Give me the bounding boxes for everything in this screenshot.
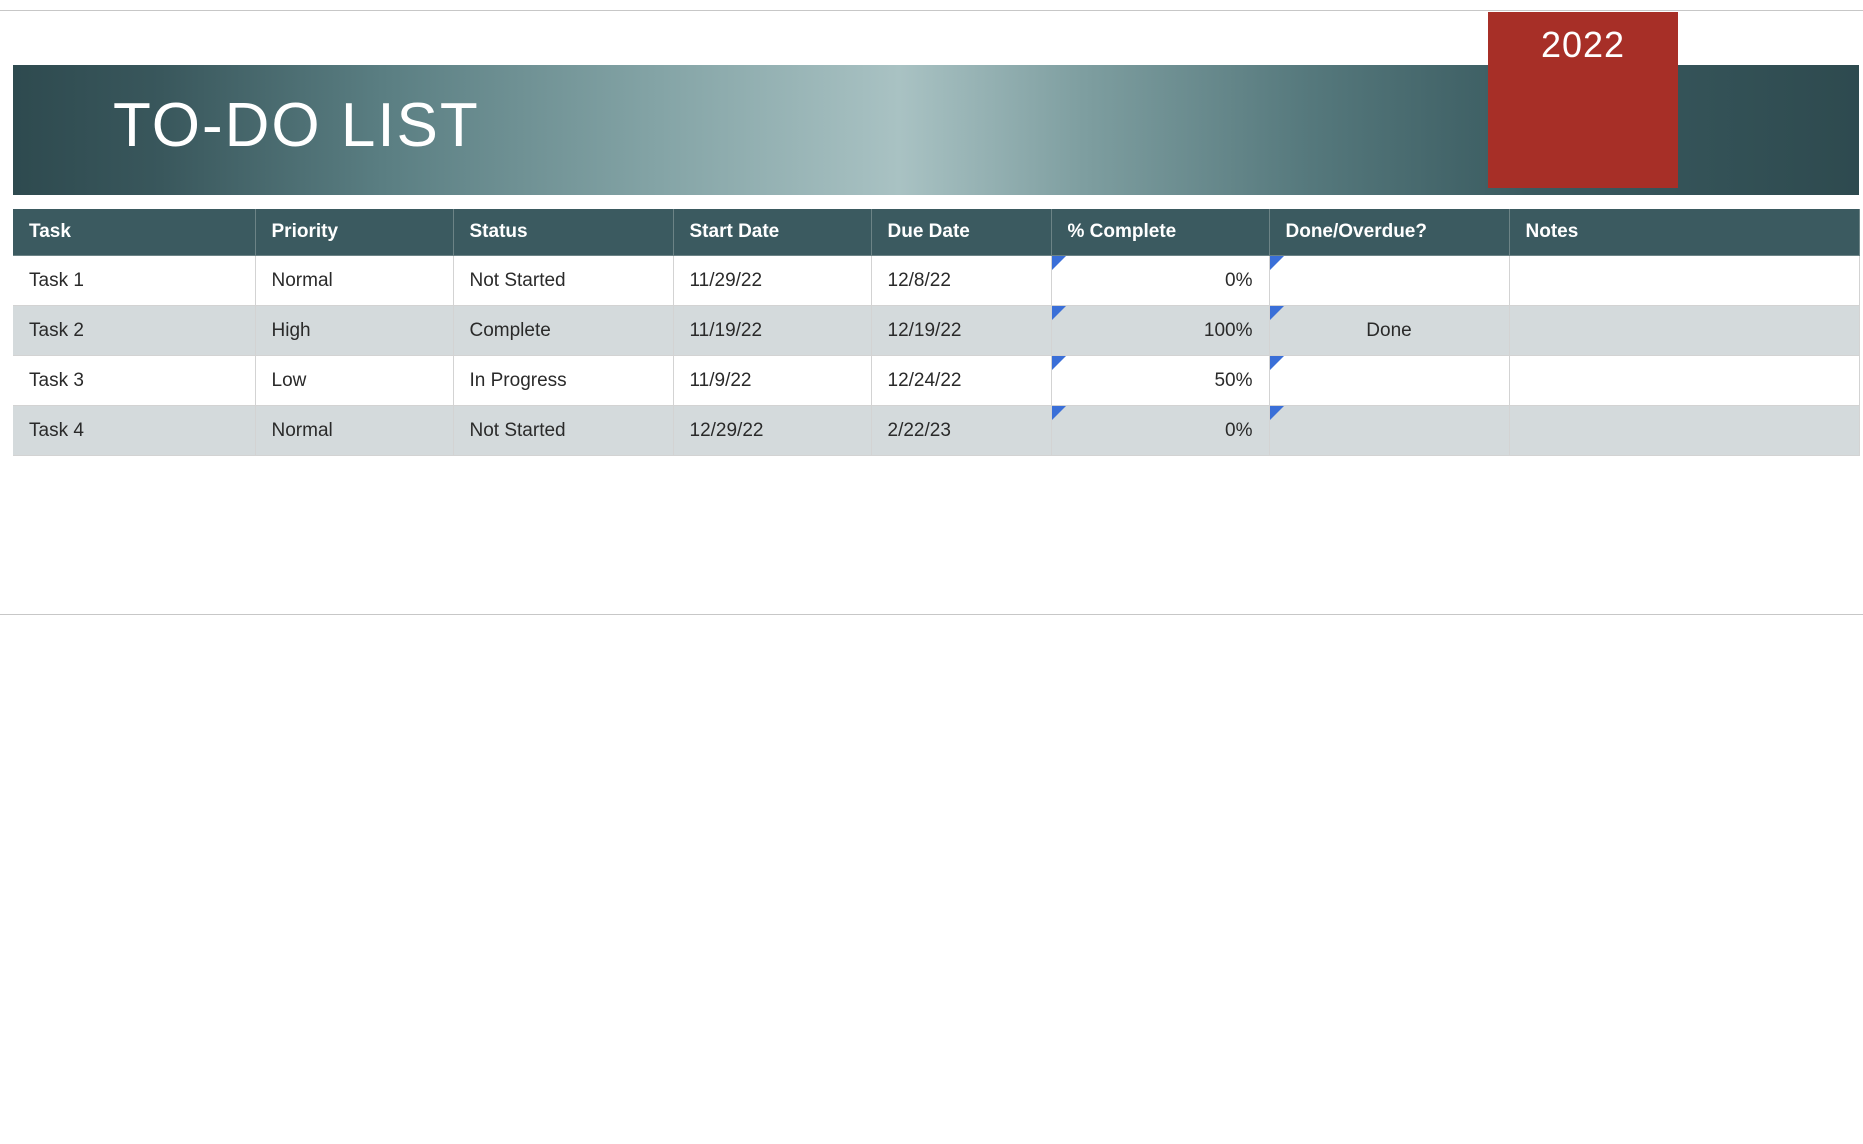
cell-due[interactable]: 12/24/22 [871,356,1051,406]
cell-task[interactable]: Task 2 [13,306,255,356]
comment-flag-icon [1270,256,1284,270]
cell-priority[interactable]: Normal [255,256,453,306]
col-header-pct[interactable]: % Complete [1051,209,1269,256]
cell-status[interactable]: In Progress [453,356,673,406]
cell-start[interactable]: 12/29/22 [673,406,871,456]
cell-task[interactable]: Task 3 [13,356,255,406]
comment-flag-icon [1270,356,1284,370]
col-header-priority[interactable]: Priority [255,209,453,256]
cell-status[interactable]: Complete [453,306,673,356]
col-header-task[interactable]: Task [13,209,255,256]
cell-done[interactable]: Done [1269,306,1509,356]
cell-pct[interactable]: 50% [1051,356,1269,406]
cell-priority[interactable]: Low [255,356,453,406]
cell-task[interactable]: Task 4 [13,406,255,456]
comment-flag-icon [1052,306,1066,320]
cell-start[interactable]: 11/29/22 [673,256,871,306]
cell-pct[interactable]: 100% [1051,306,1269,356]
comment-flag-icon [1052,356,1066,370]
comment-flag-icon [1270,406,1284,420]
cell-priority[interactable]: High [255,306,453,356]
table-row: Task 3 Low In Progress 11/9/22 12/24/22 … [13,356,1859,406]
cell-due[interactable]: 12/19/22 [871,306,1051,356]
col-header-done[interactable]: Done/Overdue? [1269,209,1509,256]
cell-done[interactable] [1269,406,1509,456]
cell-task[interactable]: Task 1 [13,256,255,306]
cell-pct[interactable]: 0% [1051,256,1269,306]
table-header-row: Task Priority Status Start Date Due Date… [13,209,1859,256]
page-title: TO-DO LIST [113,90,480,161]
col-header-due[interactable]: Due Date [871,209,1051,256]
comment-flag-icon [1270,306,1284,320]
col-header-notes[interactable]: Notes [1509,209,1859,256]
bottom-border [0,614,1863,615]
cell-notes[interactable] [1509,306,1859,356]
cell-status[interactable]: Not Started [453,406,673,456]
todo-table: Task Priority Status Start Date Due Date… [13,209,1860,456]
cell-status[interactable]: Not Started [453,256,673,306]
pct-value: 50% [1214,370,1252,391]
pct-value: 0% [1225,270,1252,291]
top-border [0,10,1863,11]
col-header-status[interactable]: Status [453,209,673,256]
year-badge: 2022 [1488,12,1678,188]
cell-start[interactable]: 11/9/22 [673,356,871,406]
year-text: 2022 [1541,24,1625,188]
table-row: Task 4 Normal Not Started 12/29/22 2/22/… [13,406,1859,456]
cell-notes[interactable] [1509,356,1859,406]
done-value: Done [1366,320,1411,341]
cell-notes[interactable] [1509,406,1859,456]
comment-flag-icon [1052,256,1066,270]
pct-value: 100% [1204,320,1253,341]
table-body: Task 1 Normal Not Started 11/29/22 12/8/… [13,256,1859,456]
cell-done[interactable] [1269,256,1509,306]
cell-notes[interactable] [1509,256,1859,306]
cell-due[interactable]: 12/8/22 [871,256,1051,306]
cell-start[interactable]: 11/19/22 [673,306,871,356]
cell-pct[interactable]: 0% [1051,406,1269,456]
cell-priority[interactable]: Normal [255,406,453,456]
comment-flag-icon [1052,406,1066,420]
table-row: Task 1 Normal Not Started 11/29/22 12/8/… [13,256,1859,306]
pct-value: 0% [1225,420,1252,441]
col-header-start[interactable]: Start Date [673,209,871,256]
table-row: Task 2 High Complete 11/19/22 12/19/22 1… [13,306,1859,356]
cell-done[interactable] [1269,356,1509,406]
cell-due[interactable]: 2/22/23 [871,406,1051,456]
